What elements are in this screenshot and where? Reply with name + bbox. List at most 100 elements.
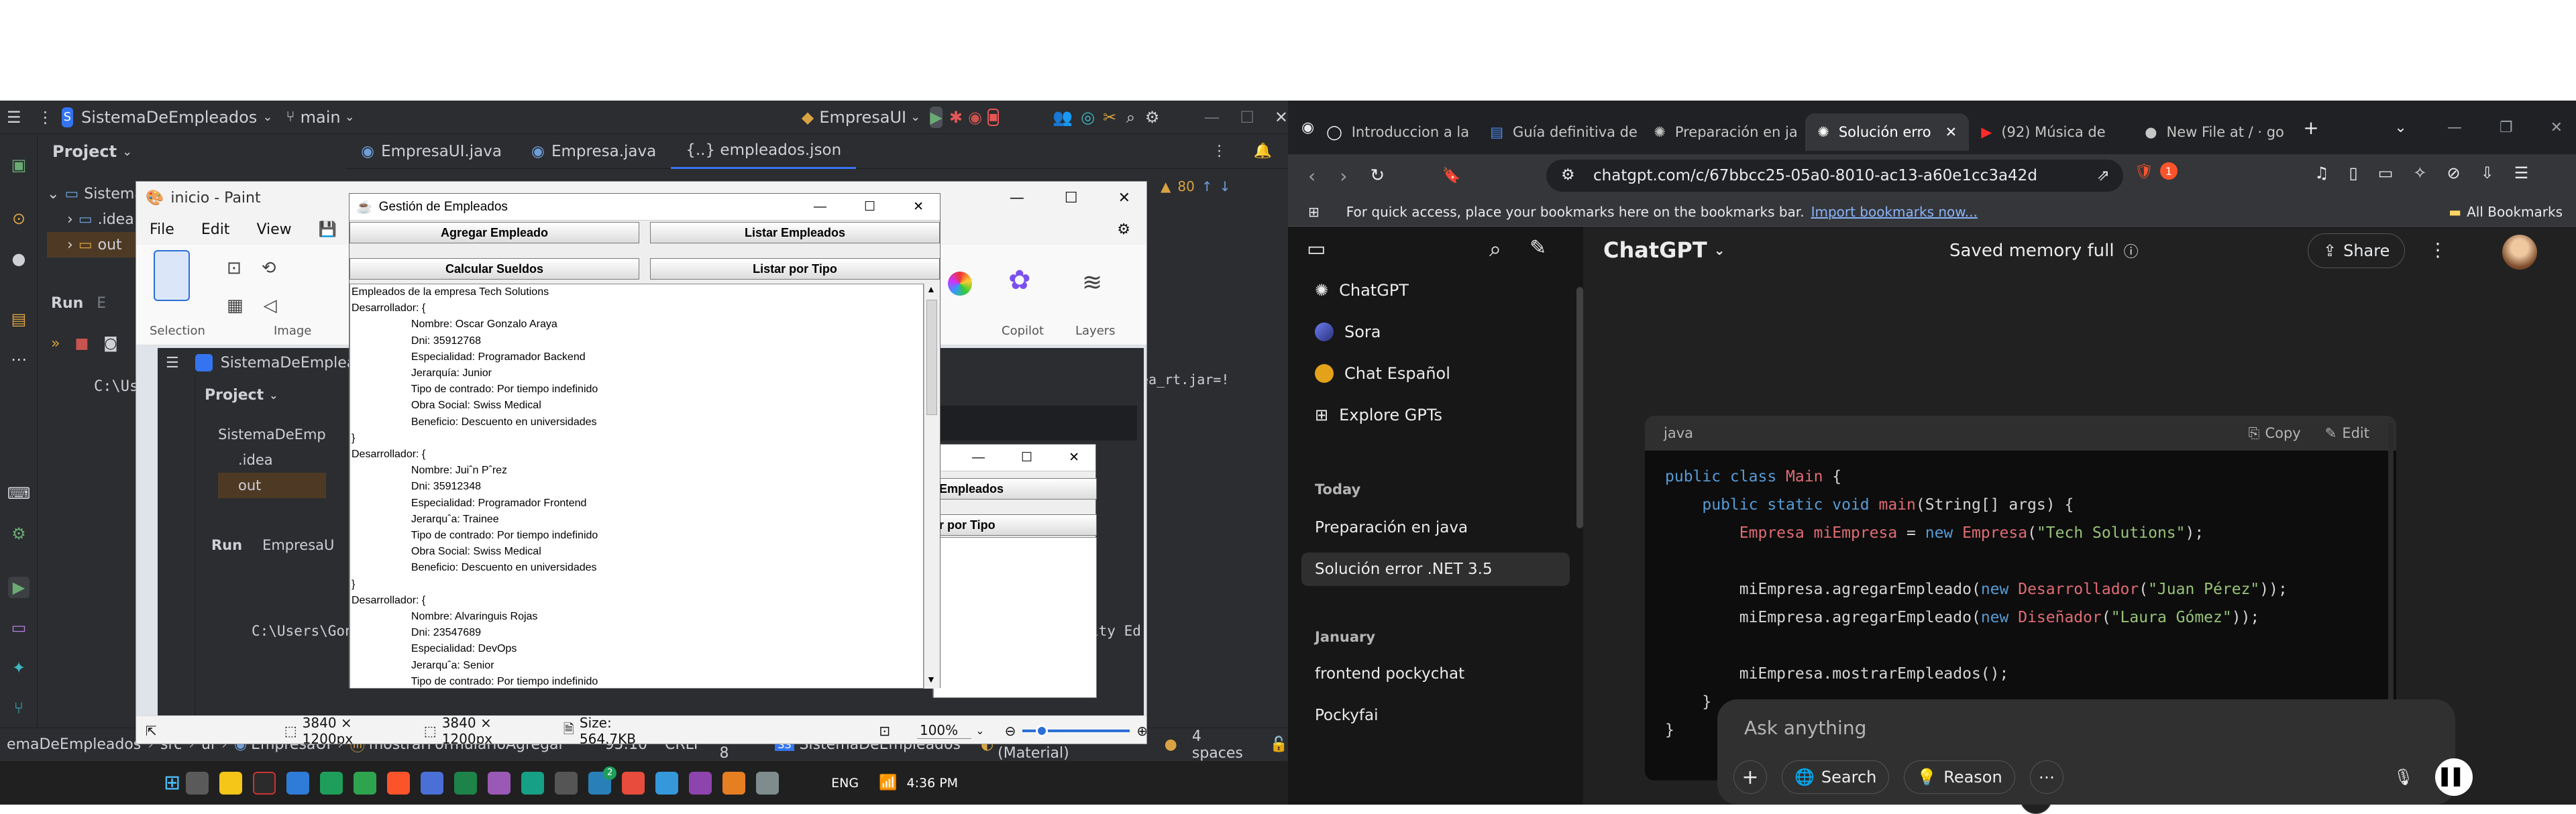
wallet-icon[interactable]: ▭ <box>2378 164 2394 182</box>
tree-item[interactable]: .idea <box>98 211 134 228</box>
back-icon[interactable]: ‹ <box>1308 165 1316 187</box>
vpn-icon[interactable]: ⊘ <box>2447 164 2461 182</box>
search-icon[interactable]: ⌕ <box>1124 107 1137 128</box>
commit-icon[interactable]: ⊙ <box>8 208 30 229</box>
zoom-in-icon[interactable]: ⊕ <box>1136 723 1146 739</box>
maximize-icon[interactable]: ☐ <box>1021 450 1032 465</box>
more-icon[interactable]: ⋯ <box>8 349 30 370</box>
vscode-icon[interactable] <box>286 771 310 795</box>
structure-icon[interactable]: ▤ <box>8 308 30 330</box>
app-icon[interactable] <box>454 771 478 795</box>
run-tab-partial[interactable]: E <box>97 295 106 312</box>
menu-view[interactable]: View <box>256 221 291 238</box>
run-panel-title[interactable]: Run <box>51 295 83 312</box>
notifications-icon[interactable]: 🔔 <box>1254 143 1272 160</box>
stop-icon[interactable]: ■ <box>987 108 1000 126</box>
app-icon[interactable] <box>655 771 679 795</box>
list-employees-button[interactable]: Listar Empleados <box>650 222 940 243</box>
site-info-icon[interactable]: ⚙ <box>1561 166 1575 184</box>
new-chat-icon[interactable]: ✎ <box>1529 236 1546 259</box>
app-icon[interactable] <box>555 771 578 795</box>
minimize-icon[interactable]: — <box>1203 107 1220 128</box>
list-employees-button[interactable]: Empleados <box>933 478 1097 500</box>
user-avatar[interactable] <box>2502 235 2537 270</box>
explorer-icon[interactable] <box>219 771 243 795</box>
history-item[interactable]: Preparación en java <box>1301 511 1570 544</box>
main-scrollbar[interactable] <box>2479 260 2486 770</box>
rerun-icon[interactable]: » <box>51 335 60 352</box>
model-selector[interactable]: ChatGPT ⌄ <box>1603 237 1725 263</box>
sidebar-item-explore[interactable]: ⊞ Explore GPTs <box>1301 398 1570 432</box>
url-text[interactable]: chatgpt.com/c/67bbcc25-05a0-8010-ac13-a6… <box>1593 167 2037 184</box>
app-icon[interactable] <box>521 771 545 795</box>
sidebar-icon[interactable]: ▯ <box>2349 164 2358 182</box>
search-button[interactable]: 🌐 Search <box>1782 760 1890 794</box>
minimize-icon[interactable]: — <box>814 200 826 215</box>
list-by-type-button[interactable]: Listar por Tipo <box>650 258 940 280</box>
tools-icon[interactable]: ✂ <box>1103 107 1116 128</box>
project-panel-title[interactable]: Project <box>52 142 117 161</box>
share-icon[interactable]: ⇗ <box>2097 167 2110 184</box>
tab-empresa[interactable]: ◉ Empresa.java <box>517 134 671 169</box>
fit-icon[interactable]: ⊡ <box>879 723 890 739</box>
minimize-icon[interactable]: — <box>1010 190 1024 207</box>
color-picker-icon[interactable] <box>948 272 972 296</box>
run-tool-icon[interactable]: ▶ <box>8 577 30 598</box>
apps-icon[interactable]: ⊞ <box>1308 204 1320 220</box>
sidebar-scrollbar[interactable] <box>1576 287 1583 528</box>
composer-input[interactable]: Ask anything <box>1744 717 1866 739</box>
media-icon[interactable]: ♫ <box>2314 164 2329 182</box>
selection-tool-icon[interactable] <box>154 250 190 301</box>
copilot-icon[interactable]: ✿ <box>1008 265 1031 296</box>
settings-icon[interactable]: ⚙ <box>1145 107 1160 128</box>
maximize-icon[interactable]: ☐ <box>1065 190 1078 207</box>
app-icon[interactable] <box>756 771 780 795</box>
browser-tab[interactable]: ✺ Preparación en ja <box>1642 113 1805 151</box>
image-tools-icon[interactable]: ⊡⟲ <box>227 258 297 278</box>
app-icon[interactable] <box>421 771 444 795</box>
tree-expand-icon[interactable]: › <box>67 211 73 228</box>
add-employee-button[interactable]: Agregar Empleado <box>350 222 639 243</box>
git-icon[interactable]: ⑂ <box>8 697 30 719</box>
employee-output-textarea[interactable]: Empleados de la empresa Tech Solutions De… <box>350 284 924 689</box>
brave-shield-icon[interactable]: 🛡 <box>2135 164 2153 180</box>
memory-status[interactable]: Saved memory full ⓘ <box>1949 240 2139 261</box>
scroll-down-icon[interactable]: ▼ <box>926 674 936 685</box>
layers-icon[interactable]: ≋ <box>1082 269 1102 296</box>
indent-setting[interactable]: 4 spaces <box>1192 728 1250 762</box>
reload-icon[interactable]: ↻ <box>1370 166 1385 186</box>
tree-expand-icon[interactable]: ⌄ <box>47 186 59 202</box>
plugin-icon[interactable]: ◎ <box>1081 107 1095 128</box>
browser-tab[interactable]: ▶ (92) Música de <box>1969 113 2133 151</box>
branch-name[interactable]: main <box>301 108 341 127</box>
close-icon[interactable]: ✕ <box>1275 107 1288 128</box>
downloads-icon[interactable]: ⇩ <box>2481 164 2494 182</box>
settings-icon[interactable]: ⚙ <box>1117 221 1130 238</box>
chevron-down-icon[interactable]: ⌄ <box>2394 119 2406 136</box>
intellij-icon[interactable] <box>320 771 343 795</box>
scroll-up-icon[interactable]: ▲ <box>926 284 936 294</box>
browser-tab[interactable]: ▤ Guía definitiva de <box>1478 113 1642 151</box>
tree-item[interactable]: Sistema <box>84 186 144 202</box>
sidebar-item-chatgpt[interactable]: ✺ ChatGPT <box>1301 274 1570 307</box>
maximize-icon[interactable]: ☐ <box>864 199 875 215</box>
problems-icon[interactable]: ▭ <box>8 617 30 638</box>
close-icon[interactable]: ✕ <box>1118 190 1130 207</box>
zoom-slider[interactable] <box>1022 724 1130 737</box>
menu-icon[interactable]: ☰ <box>2514 164 2529 182</box>
copy-button[interactable]: Copy <box>2265 425 2300 441</box>
brave-icon[interactable] <box>387 771 411 795</box>
kebab-menu-icon[interactable]: ⋮ <box>38 107 54 128</box>
breadcrumb-item[interactable]: emaDeEmpleados <box>7 736 141 753</box>
attach-button[interactable]: + <box>1733 760 1767 794</box>
run-config-name[interactable]: EmpresaUI <box>819 108 906 127</box>
project-name[interactable]: SistemaDeEmpleados <box>81 108 257 127</box>
project-tool-icon[interactable]: ▣ <box>8 154 30 176</box>
clock[interactable]: 4:36 PM <box>907 776 959 791</box>
reason-button[interactable]: 💡 Reason <box>1904 760 2015 794</box>
main-menu-icon[interactable]: ☰ <box>7 107 21 128</box>
browser-tab-active[interactable]: ✺ Solución erro ✕ <box>1805 113 1970 151</box>
address-bar[interactable]: ⚙ chatgpt.com/c/67bbcc25-05a0-8010-ac13-… <box>1546 160 2123 192</box>
coverage-icon[interactable]: ◉ <box>968 107 982 128</box>
language-indicator[interactable]: ENG <box>831 776 859 791</box>
